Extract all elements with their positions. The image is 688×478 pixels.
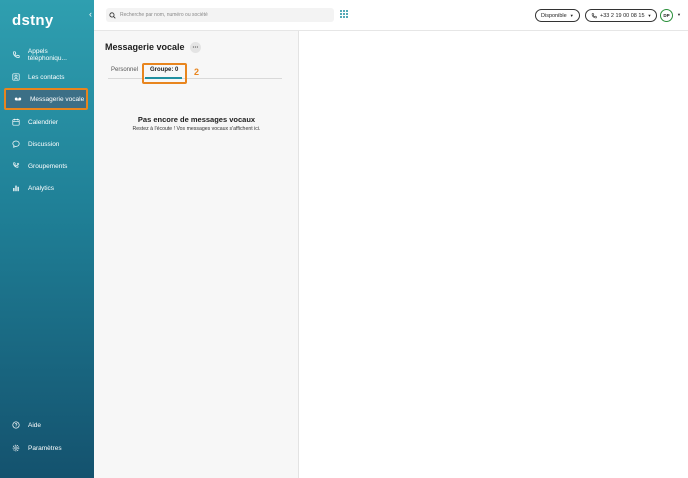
tab-personnel[interactable]: Personnel (111, 67, 138, 73)
phone-icon (10, 51, 22, 59)
tab-highlight-frame (142, 63, 187, 84)
sidebar-item-label: Groupements (28, 162, 68, 170)
sidebar-item-voicemail[interactable]: Messagerie vocale (4, 88, 88, 110)
status-label: Disponible (541, 12, 567, 19)
analytics-icon (10, 184, 22, 192)
avatar[interactable]: DP (660, 9, 673, 22)
sidebar-item-settings[interactable]: Paramètres (4, 438, 88, 458)
sidebar-item-label: Discussion (28, 140, 60, 148)
calendar-icon (10, 118, 22, 126)
help-icon (10, 421, 22, 429)
phone-number: +33 2 19 00 08 15 (600, 12, 645, 19)
collapse-sidebar-icon[interactable]: ‹ (89, 9, 92, 19)
chevron-down-icon[interactable]: ▼ (677, 12, 681, 17)
sidebar-item-label: Aide (28, 421, 42, 429)
chevron-down-icon: ▼ (647, 13, 652, 18)
search-icon (109, 11, 116, 19)
sidebar-item-label: Appels téléphoniqu... (27, 48, 67, 62)
sidebar-item-analytics[interactable]: Analytics (4, 178, 88, 198)
sidebar-item-label: Analytics (28, 184, 55, 192)
sidebar-item-calls[interactable]: Appels téléphoniqu... (4, 45, 88, 65)
search-input[interactable]: Recherche par nom, numéro ou société (106, 8, 334, 22)
tabs-divider (108, 78, 282, 79)
contacts-icon (10, 73, 22, 81)
empty-state-subtitle: Restez à l'écoute ! Vos messages vocaux … (132, 126, 261, 132)
phone-number-dropdown[interactable]: +33 2 19 00 08 15 ▼ (585, 9, 658, 22)
status-dropdown[interactable]: Disponible ▼ (535, 9, 580, 22)
sidebar-item-calendar[interactable]: Calendrier (4, 112, 88, 132)
sidebar-item-contacts[interactable]: Les contacts (4, 67, 88, 87)
dialpad-icon[interactable] (340, 10, 348, 18)
voicemail-icon (12, 95, 24, 103)
more-options-button[interactable]: ··· (190, 42, 201, 53)
sidebar-item-label: Les contacts (28, 73, 65, 81)
groups-icon (10, 162, 22, 170)
settings-icon (10, 444, 22, 452)
page-title: Messagerie vocale (105, 42, 185, 52)
sidebar-item-label: Calendrier (28, 118, 58, 126)
dstny-logo: dstny (12, 12, 54, 29)
sidebar-item-discussion[interactable]: Discussion (4, 134, 88, 154)
chat-icon (10, 140, 22, 148)
sidebar-item-label: Paramètres (28, 444, 62, 452)
step-badge-2: 2 (194, 67, 200, 77)
sidebar: dstny ‹ Appels téléphoniqu... Les contac… (0, 0, 101, 478)
empty-state-title: Pas encore de messages vocaux (137, 115, 256, 124)
phone-icon (591, 12, 597, 18)
chevron-down-icon: ▼ (569, 13, 574, 18)
sidebar-item-groups[interactable]: Groupements (4, 156, 88, 176)
sidebar-item-help[interactable]: Aide (4, 415, 88, 435)
voicemail-panel (94, 31, 299, 478)
sidebar-item-label: Messagerie vocale (30, 95, 85, 103)
search-placeholder: Recherche par nom, numéro ou société (120, 12, 208, 18)
